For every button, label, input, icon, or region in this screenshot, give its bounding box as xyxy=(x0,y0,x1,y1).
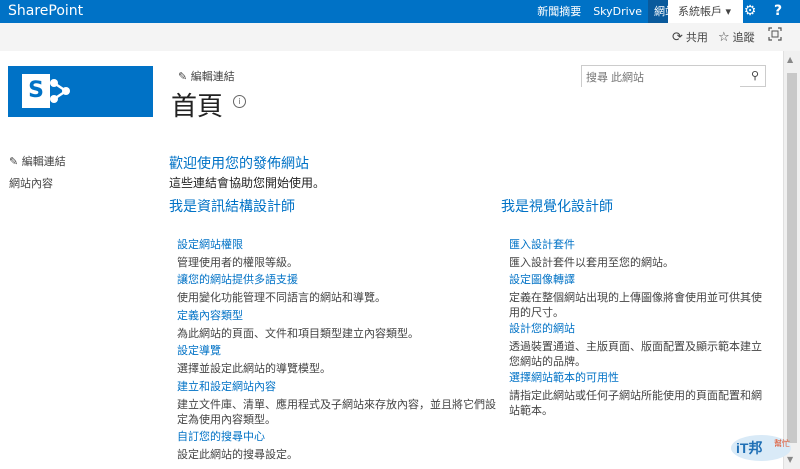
link-item: 匯入設計套件 匯入設計套件以套用至您的網站。 xyxy=(509,236,767,270)
logo-nodes-icon xyxy=(50,79,70,103)
page-title: 首頁 xyxy=(171,92,224,122)
scroll-thumb[interactable] xyxy=(787,73,797,443)
pencil-icon: ✎ xyxy=(178,70,188,83)
help-button[interactable]: ? xyxy=(764,0,792,23)
link-title[interactable]: 建立和設定網站內容 xyxy=(177,378,499,394)
link-description: 使用變化功能管理不同語言的網站和導覽。 xyxy=(177,291,386,304)
share-button[interactable]: ⟳ 共用 xyxy=(672,29,708,45)
focus-icon xyxy=(768,27,782,41)
gear-icon[interactable]: ⚙ xyxy=(736,0,764,23)
left-nav: ✎ 編輯連結 網站內容 xyxy=(9,153,66,197)
scroll-up-icon[interactable]: ▲ xyxy=(787,55,793,64)
watermark-logo: iT邦 幫忙 xyxy=(731,435,791,461)
info-icon[interactable]: i xyxy=(233,95,246,108)
link-title[interactable]: 設計您的網站 xyxy=(509,320,767,336)
link-description: 設定此網站的搜尋設定。 xyxy=(177,448,298,461)
link-description: 建立文件庫、清單、應用程式及子網站來存放內容，並且將它們設定為使用內容類型。 xyxy=(177,398,496,426)
suite-bar: SharePoint 新聞摘要 SkyDrive 網站 系統帳戶 ▾ ⚙ ? xyxy=(0,0,800,23)
star-icon: ☆ xyxy=(718,29,730,45)
watermark-subtext: 幫忙 xyxy=(774,438,790,448)
edit-links-top[interactable]: ✎ 編輯連結 xyxy=(178,68,235,84)
link-title[interactable]: 設定導覽 xyxy=(177,342,497,358)
edit-links-label: 編輯連結 xyxy=(190,70,235,83)
link-item: 讓您的網站提供多語支援 使用變化功能管理不同語言的網站和導覽。 xyxy=(177,271,497,305)
left-nav-edit-label: 編輯連結 xyxy=(21,155,66,168)
sharepoint-logo-icon: S xyxy=(22,74,50,108)
link-description: 透過裝置通道、主版頁面、版面配置及顯示範本建立您網站的品牌。 xyxy=(509,340,762,368)
welcome-title: 歡迎使用您的發佈網站 xyxy=(169,156,309,172)
link-title[interactable]: 選擇網站範本的可用性 xyxy=(509,369,767,385)
scrollbar[interactable]: ▲ ▼ xyxy=(783,51,800,469)
left-nav-item-site-contents[interactable]: 網站內容 xyxy=(9,175,66,191)
search-icon[interactable]: ⚲ xyxy=(751,69,759,82)
link-item: 設定導覽 選擇並設定此網站的導覽模型。 xyxy=(177,342,497,376)
column-heading-designer: 我是視覺化設計師 xyxy=(501,199,613,215)
link-description: 請指定此網站或任何子網站所能使用的頁面配置和網站範本。 xyxy=(509,389,762,417)
follow-label: 追蹤 xyxy=(732,31,755,44)
link-title[interactable]: 讓您的網站提供多語支援 xyxy=(177,271,497,287)
link-item: 設計您的網站 透過裝置通道、主版頁面、版面配置及顯示範本建立您網站的品牌。 xyxy=(509,320,767,369)
link-item: 自訂您的搜尋中心 設定此網站的搜尋設定。 xyxy=(177,428,497,462)
follow-button[interactable]: ☆ 追蹤 xyxy=(718,29,755,45)
link-description: 定義在整個網站出現的上傳圖像將會使用並可供其使用的尺寸。 xyxy=(509,291,762,319)
search-box: ⚲ xyxy=(581,65,766,87)
link-item: 選擇網站範本的可用性 請指定此網站或任何子網站所能使用的頁面配置和網站範本。 xyxy=(509,369,767,418)
left-nav-edit-links[interactable]: ✎ 編輯連結 xyxy=(9,153,66,169)
link-title[interactable]: 定義內容類型 xyxy=(177,307,497,323)
share-icon: ⟳ xyxy=(672,29,683,45)
link-description: 為此網站的頁面、文件和項目類型建立內容類型。 xyxy=(177,327,419,340)
link-item: 設定圖像轉譯 定義在整個網站出現的上傳圖像將會使用並可供其使用的尺寸。 xyxy=(509,271,767,320)
suite-link-skydrive[interactable]: SkyDrive xyxy=(587,0,648,23)
link-item: 設定網站權限 管理使用者的權限等級。 xyxy=(177,236,497,270)
share-label: 共用 xyxy=(685,31,708,44)
pencil-icon: ✎ xyxy=(9,155,19,168)
link-description: 匯入設計套件以套用至您的網站。 xyxy=(509,256,674,269)
site-logo[interactable]: S xyxy=(8,66,153,117)
watermark-text: iT邦 xyxy=(736,440,762,456)
link-title[interactable]: 設定圖像轉譯 xyxy=(509,271,767,287)
app-brand[interactable]: SharePoint xyxy=(8,3,83,19)
link-title[interactable]: 設定網站權限 xyxy=(177,236,497,252)
link-title[interactable]: 自訂您的搜尋中心 xyxy=(177,428,497,444)
command-bar: ⟳ 共用 ☆ 追蹤 xyxy=(0,23,800,51)
link-item: 定義內容類型 為此網站的頁面、文件和項目類型建立內容類型。 xyxy=(177,307,497,341)
link-title[interactable]: 匯入設計套件 xyxy=(509,236,767,252)
column-heading-architect: 我是資訊結構設計師 xyxy=(169,199,295,215)
link-description: 選擇並設定此網站的導覽模型。 xyxy=(177,362,331,375)
link-description: 管理使用者的權限等級。 xyxy=(177,256,298,269)
welcome-subtitle: 這些連結會協助您開始使用。 xyxy=(169,176,326,190)
suite-links: 新聞摘要 SkyDrive 網站 xyxy=(531,0,682,23)
suite-link-newsfeed[interactable]: 新聞摘要 xyxy=(531,0,587,23)
search-input[interactable] xyxy=(582,69,740,87)
focus-content-button[interactable] xyxy=(768,27,782,41)
user-menu[interactable]: 系統帳戶 ▾ xyxy=(668,0,743,23)
link-item: 建立和設定網站內容 建立文件庫、清單、應用程式及子網站來存放內容，並且將它們設定… xyxy=(177,378,499,427)
